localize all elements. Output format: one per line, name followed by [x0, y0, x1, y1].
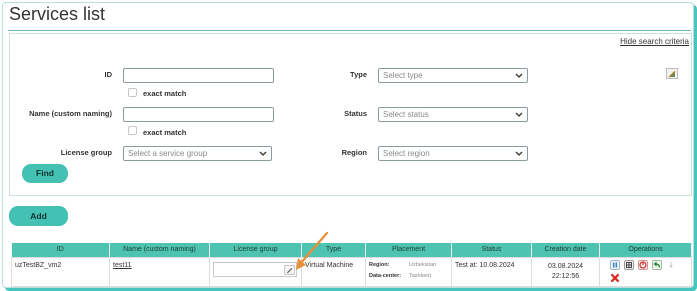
- region-placeholder: Select region: [383, 149, 430, 158]
- type-placeholder: Select type: [383, 71, 423, 80]
- stop-icon[interactable]: [638, 259, 648, 270]
- column-header-id[interactable]: ID: [11, 243, 110, 257]
- status-label: Status: [344, 109, 367, 118]
- chevron-down-icon: [259, 151, 267, 156]
- license-group-field: [213, 261, 297, 277]
- column-settings-icon[interactable]: [666, 68, 678, 79]
- cell-type: Virtual Machine: [301, 256, 366, 287]
- id-input[interactable]: [123, 68, 274, 83]
- delete-icon[interactable]: [610, 273, 620, 283]
- add-button[interactable]: Add: [9, 206, 68, 226]
- table-row: uzTestBZ_vm2 test11 Virtual Machine Regi…: [11, 256, 692, 287]
- creation-time: 22:12:56: [551, 272, 580, 280]
- placement-region-label: Region:: [369, 261, 390, 268]
- disabled-icon: [669, 261, 673, 268]
- page-title: Services list: [9, 4, 106, 24]
- license-group-select[interactable]: Select a service group: [123, 146, 272, 161]
- column-header-operations: Operations: [599, 243, 692, 257]
- column-header-creation-date[interactable]: Creation date: [531, 243, 600, 257]
- chevron-down-icon: [515, 151, 523, 156]
- placement-dc-label: Data-center:: [369, 272, 402, 279]
- license-group-label: License group: [60, 148, 112, 157]
- region-select[interactable]: Select region: [378, 146, 528, 161]
- column-header-name[interactable]: Name (custom naming): [109, 243, 210, 257]
- id-exact-match-checkbox[interactable]: [128, 88, 137, 97]
- status-placeholder: Select status: [383, 110, 429, 119]
- name-label: Name (custom naming): [29, 109, 112, 118]
- region-label: Region: [341, 148, 367, 157]
- chevron-down-icon: [515, 112, 523, 117]
- column-header-license-group[interactable]: License group: [209, 243, 302, 257]
- column-header-type[interactable]: Type: [301, 243, 366, 257]
- type-select[interactable]: Select type: [378, 68, 528, 83]
- column-header-status[interactable]: Status: [451, 243, 532, 257]
- id-label: ID: [104, 70, 113, 79]
- hide-search-criteria-link[interactable]: Hide search criteria: [620, 37, 689, 46]
- cell-license-group: [209, 256, 302, 287]
- cell-placement: Region: Uzbekistan Data-center: Tashkent: [365, 256, 452, 287]
- creation-date: 03.08.2024: [547, 262, 584, 270]
- title-divider: [8, 30, 691, 31]
- id-exact-match-label: exact match: [143, 89, 187, 98]
- name-exact-match-checkbox[interactable]: [128, 126, 137, 135]
- find-button[interactable]: Find: [22, 164, 68, 183]
- type-label: Type: [350, 70, 367, 79]
- service-name-link[interactable]: test11: [113, 262, 132, 269]
- pause-icon[interactable]: [610, 259, 620, 270]
- return-icon[interactable]: [652, 259, 662, 270]
- table-header-row: ID Name (custom naming) License group Ty…: [11, 243, 692, 257]
- chevron-down-icon: [515, 73, 523, 78]
- cell-status: Test at: 10.08.2024: [451, 256, 532, 287]
- services-table: ID Name (custom naming) License group Ty…: [11, 243, 692, 287]
- column-header-placement[interactable]: Placement: [365, 243, 452, 257]
- license-group-placeholder: Select a service group: [128, 149, 208, 158]
- pencil-icon[interactable]: [284, 264, 295, 275]
- name-input[interactable]: [123, 107, 274, 122]
- name-exact-match-label: exact match: [143, 128, 187, 137]
- status-select[interactable]: Select status: [378, 107, 528, 122]
- cell-name: test11: [109, 256, 210, 287]
- cell-operations: [599, 256, 692, 287]
- console-icon[interactable]: [624, 259, 634, 270]
- placement-dc-value: Tashkent: [409, 272, 432, 279]
- placement-region-value: Uzbekistan: [409, 261, 437, 268]
- cell-id: uzTestBZ_vm2: [11, 256, 110, 287]
- cell-creation-date: 03.08.2024 22:12:56: [531, 256, 600, 287]
